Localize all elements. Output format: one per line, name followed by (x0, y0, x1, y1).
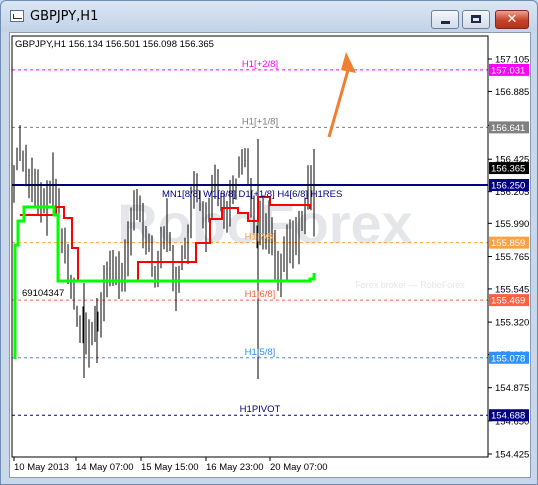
x-tick-label: 10 May 2013 (14, 462, 69, 473)
trend-arrow (327, 52, 356, 138)
level-label: H1PIVOT (240, 404, 281, 415)
left-annotation: 69104347 (22, 288, 64, 299)
title-bar[interactable]: GBPJPY,H1 ✕ (1, 1, 537, 32)
watermark-logo: RoboForex (117, 192, 413, 255)
x-tick-label: 15 May 15:00 (141, 462, 199, 473)
watermark-layer: RoboForex Forex broker — RoboForex (117, 192, 465, 290)
price-marker-label: 155.078 (491, 353, 525, 364)
y-tick-label: 157.105 (495, 55, 529, 66)
level-label: H1[+1/8] (242, 116, 278, 127)
chart-window: GBPJPY,H1 ✕ RoboForex Forex broker — Rob… (0, 0, 538, 485)
x-tick-label: 20 May 07:00 (270, 462, 328, 473)
watermark-tagline: Forex broker — RoboForex (355, 280, 465, 290)
time-axis: 10 May 2013 14 May 07:00 15 May 15:00 16 Ma… (13, 457, 328, 473)
level-label: H1[6/8] (245, 289, 276, 300)
y-tick-label: 155.765 (495, 252, 529, 263)
y-tick-label: 154.875 (495, 383, 529, 394)
close-button[interactable]: ✕ (495, 10, 529, 29)
y-tick-label: 155.990 (495, 219, 529, 230)
minimize-button[interactable] (431, 10, 459, 29)
close-icon: ✕ (506, 12, 518, 27)
level-label: H1[5/8] (245, 347, 276, 358)
y-tick-label: 155.320 (495, 318, 529, 329)
maximize-button[interactable] (462, 10, 490, 29)
maximize-icon (471, 15, 481, 23)
chart-area[interactable]: RoboForex Forex broker — RoboForex H1[+2… (9, 32, 531, 478)
y-tick-label: 155.545 (495, 284, 529, 295)
y-tick-label: 156.885 (495, 87, 529, 98)
level-label: H1[7/8] (245, 232, 276, 243)
price-chart[interactable]: RoboForex Forex broker — RoboForex H1[+2… (10, 33, 530, 477)
price-marker-label: 154.688 (491, 411, 525, 422)
x-tick-label: 16 May 23:00 (206, 462, 264, 473)
level-label: H1[+2/8] (242, 59, 278, 70)
window-title: GBPJPY,H1 (30, 9, 99, 24)
chart-header: GBPJPY,H1 156.134 156.501 156.098 156.36… (15, 39, 214, 50)
price-marker-label: 156.365 (491, 164, 525, 175)
price-marker-label: 157.031 (491, 65, 525, 76)
level-labels: H1[+2/8] H1[+1/8] H1[7/8] H1[6/8] H1[5/8] H1P… (240, 59, 281, 415)
minimize-icon (441, 21, 450, 24)
x-tick-label: 14 May 07:00 (76, 462, 134, 473)
price-marker-label: 155.469 (491, 296, 525, 307)
price-marker-label: 155.859 (491, 238, 525, 249)
price-marker-label: 156.641 (491, 123, 525, 134)
y-tick-label: 154.425 (495, 450, 529, 461)
price-marker-label: 156.250 (491, 181, 525, 192)
chart-window-icon (10, 10, 24, 22)
resistance-label: MN1[8/8] W1[8/8] D1[+1/8] H4[6/8] H1RES (162, 189, 342, 200)
